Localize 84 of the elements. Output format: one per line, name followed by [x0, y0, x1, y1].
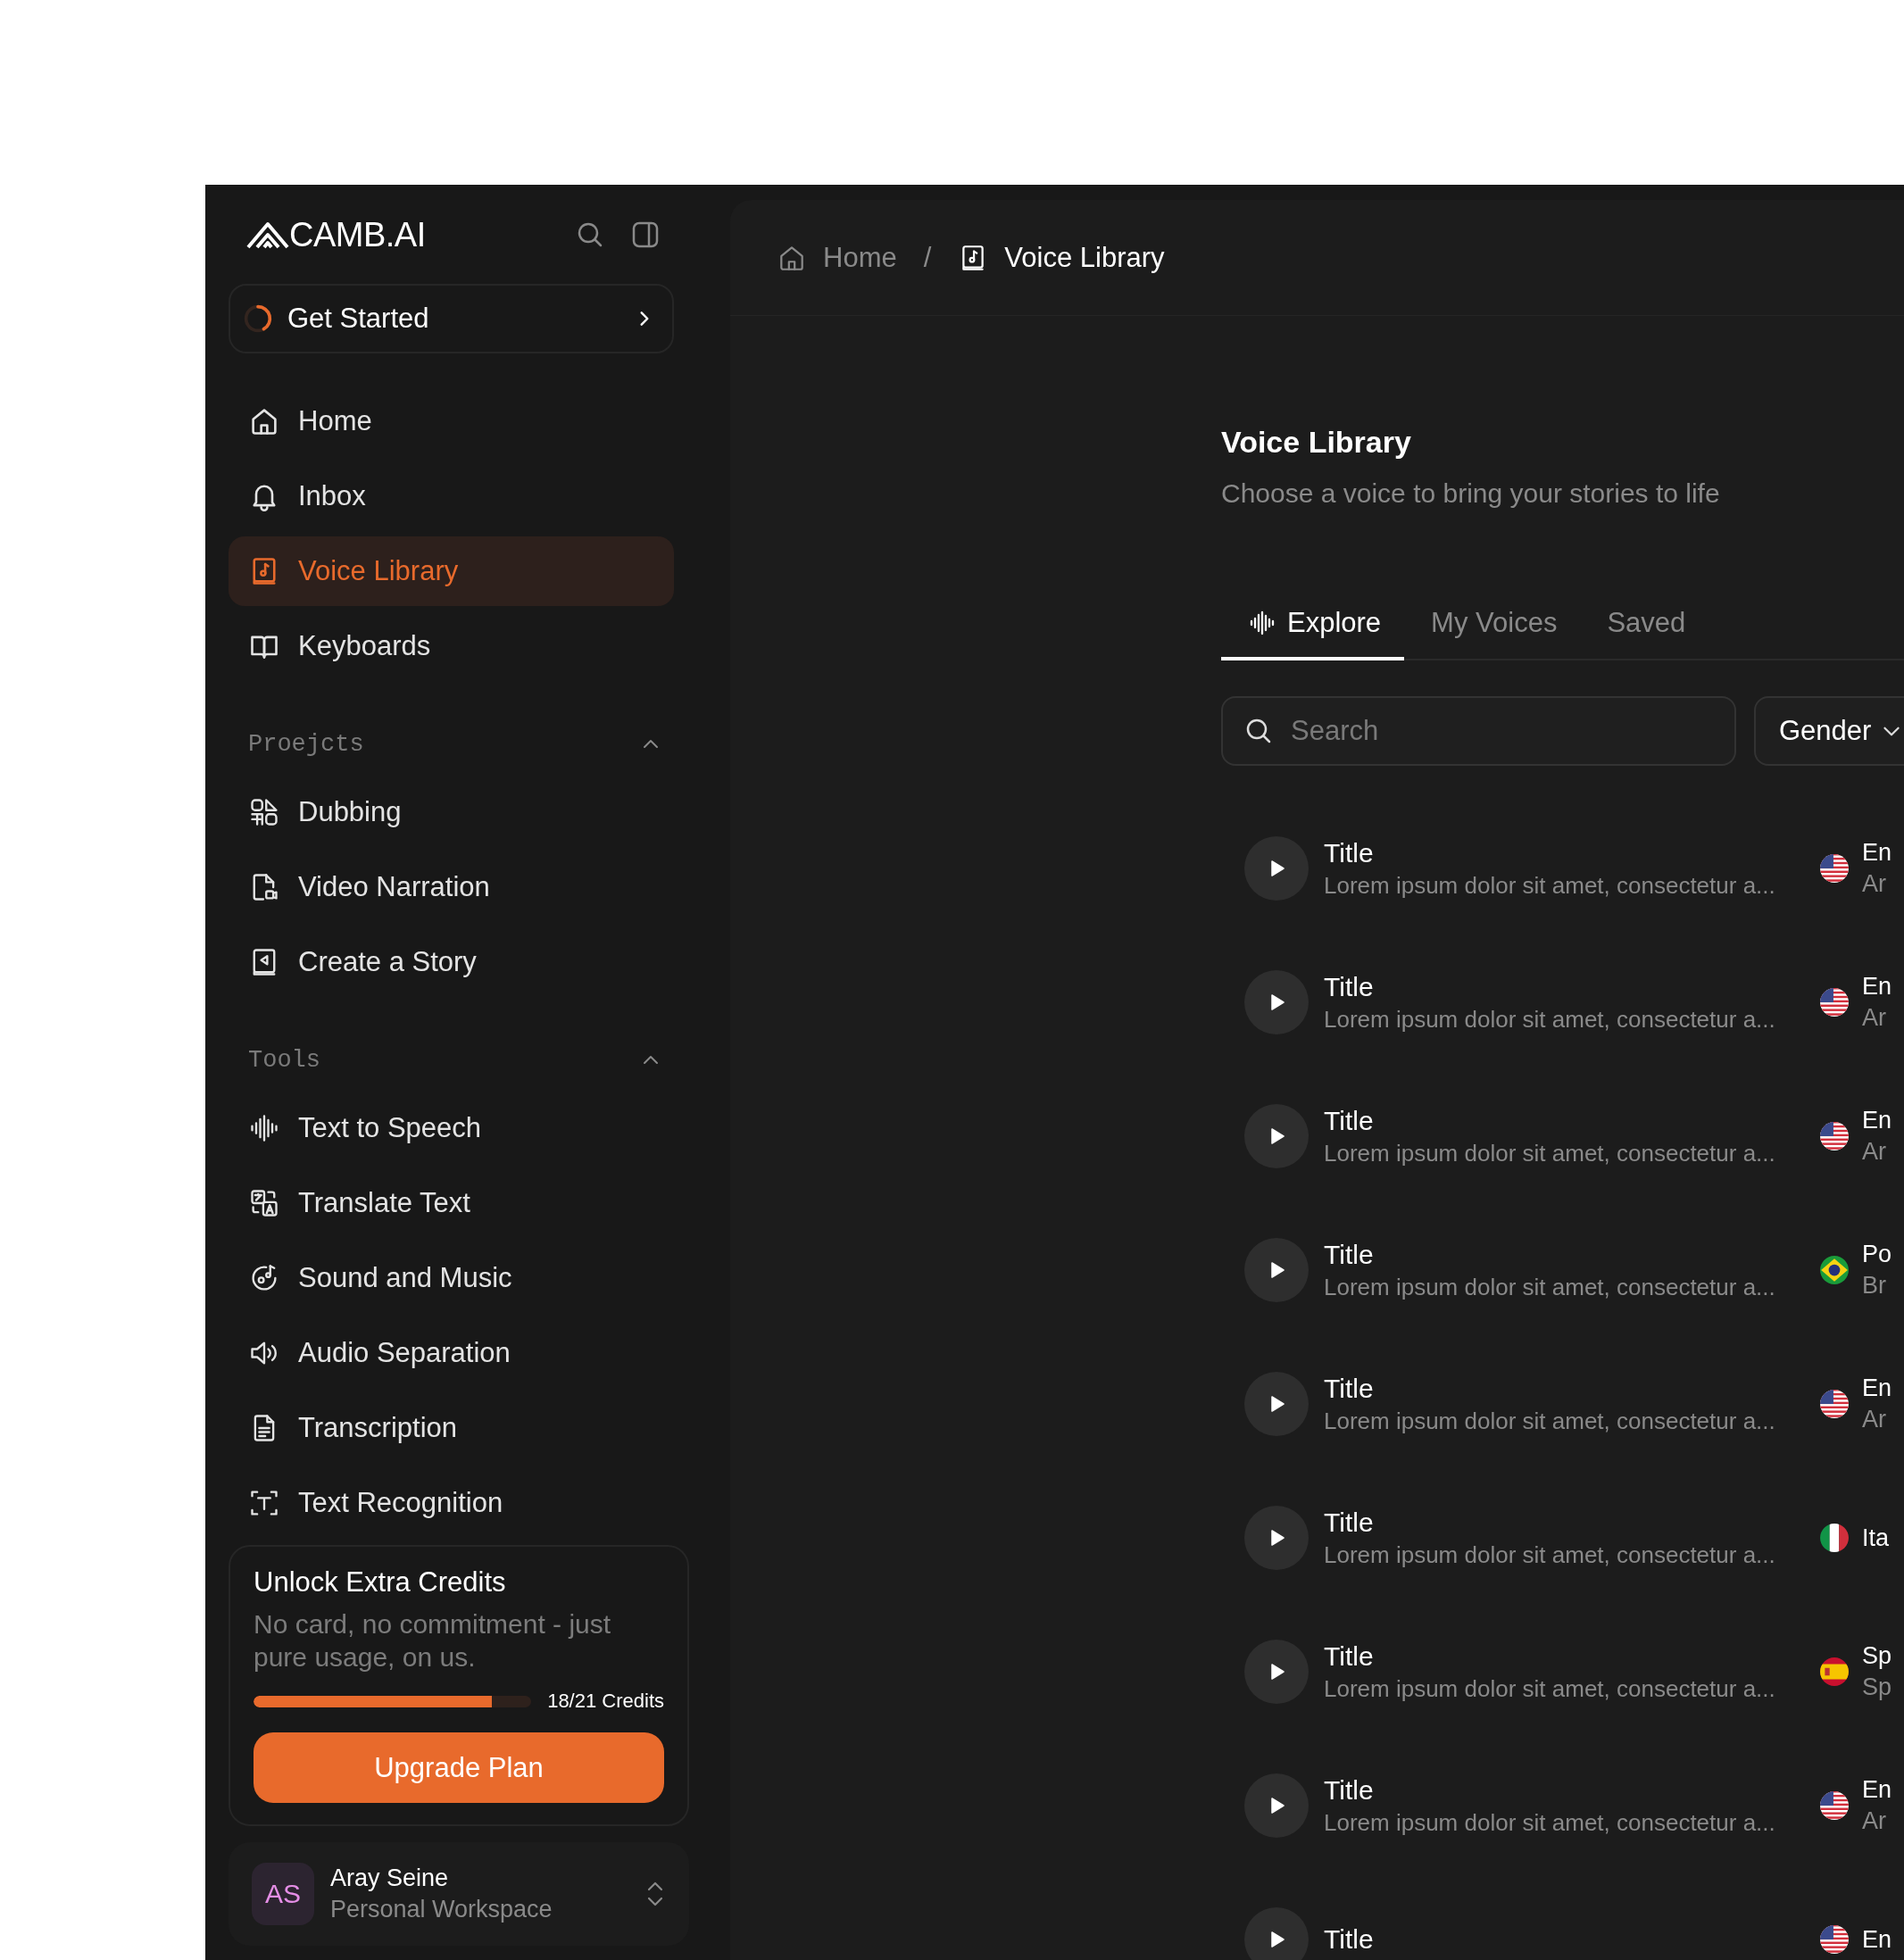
- accent-name: Ar: [1862, 1138, 1887, 1166]
- credits-text: No card, no commitment - just pure usage, on us.: [254, 1608, 612, 1673]
- voice-title: Title: [1324, 1239, 1375, 1270]
- waveform-icon: [1248, 609, 1276, 637]
- page-subtitle: Choose a voice to bring your stories to life: [1221, 478, 1721, 510]
- section-heading: Tools: [248, 1047, 320, 1074]
- voice-title: Title: [1324, 1774, 1375, 1806]
- flag-icon: [1819, 1389, 1850, 1419]
- language-name: En: [1862, 839, 1892, 867]
- flag-icon: [1819, 987, 1850, 1017]
- logo-text: CAMB.AI: [289, 215, 426, 254]
- voice-description: Lorem ipsum dolor sit amet, consectetur a...: [1324, 1674, 1776, 1703]
- avatar: AS: [252, 1863, 314, 1925]
- flag-icon: [1819, 1523, 1850, 1553]
- nav-item[interactable]: Audio Separation: [229, 1318, 674, 1388]
- voice-title: Title: [1324, 1105, 1375, 1136]
- accent-name: Ar: [1862, 870, 1887, 898]
- tab[interactable]: My Voices: [1404, 589, 1581, 660]
- flag-icon: [1819, 1924, 1850, 1955]
- flag-icon: [1819, 1657, 1850, 1687]
- waveform-icon: [248, 1112, 280, 1144]
- tab[interactable]: Explore: [1221, 589, 1405, 660]
- flag-icon: [1819, 1790, 1850, 1821]
- voice-title: Title: [1324, 1507, 1375, 1538]
- language-name: Ita: [1862, 1524, 1890, 1552]
- voice-description: Lorem ipsum dolor sit amet, consectetur a...: [1324, 1407, 1776, 1435]
- voice-title: Title: [1324, 1640, 1375, 1672]
- play-button[interactable]: [1244, 1907, 1309, 1960]
- nav-item[interactable]: Video Narration: [229, 852, 674, 922]
- nav-item[interactable]: Home: [229, 386, 674, 456]
- voice-description: Lorem ipsum dolor sit amet, consectetur a...: [1324, 871, 1776, 900]
- workspace-switcher[interactable]: AS Aray Seine Personal Workspace: [229, 1842, 689, 1946]
- nav-item[interactable]: Voice Library: [229, 536, 674, 606]
- voice-description: Lorem ipsum dolor sit amet, consectetur a...: [1324, 1541, 1776, 1569]
- nav-item[interactable]: Dubbing: [229, 777, 674, 847]
- translate-icon: [248, 1187, 280, 1219]
- accent-name: Br: [1862, 1272, 1887, 1300]
- voice-title: Title: [1324, 1373, 1375, 1404]
- flag-icon: [1819, 1121, 1850, 1151]
- gender-dropdown[interactable]: Gender: [1754, 696, 1904, 766]
- nav-item[interactable]: Inbox: [229, 461, 674, 531]
- language-name: En: [1862, 1107, 1892, 1134]
- language-name: Sp: [1862, 1642, 1892, 1670]
- voice-description: Lorem ipsum dolor sit amet, consectetur a...: [1324, 1005, 1776, 1034]
- nav-item[interactable]: Create a Story: [229, 927, 674, 997]
- credits-title: Unlock Extra Credits: [254, 1566, 507, 1599]
- nav-item[interactable]: Sound and Music: [229, 1243, 674, 1313]
- search-icon: [1244, 717, 1273, 745]
- voice-title: Title: [1324, 837, 1375, 868]
- flag-icon: [1819, 1255, 1850, 1285]
- credits-count: 18/21 Credits: [547, 1690, 664, 1713]
- accent-name: Ar: [1862, 1406, 1887, 1433]
- nav-item[interactable]: Text to Speech: [229, 1093, 674, 1163]
- logo-icon: [246, 220, 289, 249]
- language-name: En: [1862, 1776, 1892, 1804]
- language-name: En: [1862, 973, 1892, 1001]
- accent-name: Sp: [1862, 1673, 1892, 1701]
- nav-item[interactable]: Keyboards: [229, 611, 674, 681]
- language-name: Po: [1862, 1241, 1892, 1268]
- accent-name: Ar: [1862, 1807, 1887, 1835]
- user-name: Aray Seine: [330, 1864, 450, 1892]
- breadcrumb-separator: /: [923, 241, 932, 274]
- sidebar-toggle-icon[interactable]: [631, 220, 660, 249]
- nav-item[interactable]: Transcription: [229, 1393, 674, 1463]
- language-name: En: [1862, 1374, 1892, 1402]
- language-name: En: [1862, 1925, 1892, 1954]
- tab[interactable]: Saved: [1580, 589, 1709, 660]
- breadcrumb-link[interactable]: Voice Library: [958, 241, 1165, 274]
- workspace-name: Personal Workspace: [330, 1896, 553, 1923]
- voice-description: Lorem ipsum dolor sit amet, consectetur a...: [1324, 1273, 1776, 1301]
- voice-description: Lorem ipsum dolor sit amet, consectetur a...: [1324, 1808, 1776, 1837]
- get-started-button[interactable]: Get Started: [229, 284, 674, 353]
- search-icon[interactable]: [576, 220, 604, 249]
- page-title: Voice Library: [1221, 424, 1412, 461]
- voice-title: Title: [1324, 971, 1375, 1002]
- section-heading: Proejcts: [248, 731, 364, 758]
- breadcrumb-link[interactable]: Home: [777, 241, 897, 274]
- search-field[interactable]: Search: [1221, 696, 1736, 766]
- accent-name: Ar: [1862, 1004, 1887, 1032]
- nav-item[interactable]: Translate Text: [229, 1168, 674, 1238]
- flag-icon: [1819, 853, 1850, 884]
- voice-description: Lorem ipsum dolor sit amet, consectetur a...: [1324, 1139, 1776, 1167]
- nav-item[interactable]: Text Recognition: [229, 1468, 674, 1538]
- voice-title: Title: [1324, 1924, 1375, 1955]
